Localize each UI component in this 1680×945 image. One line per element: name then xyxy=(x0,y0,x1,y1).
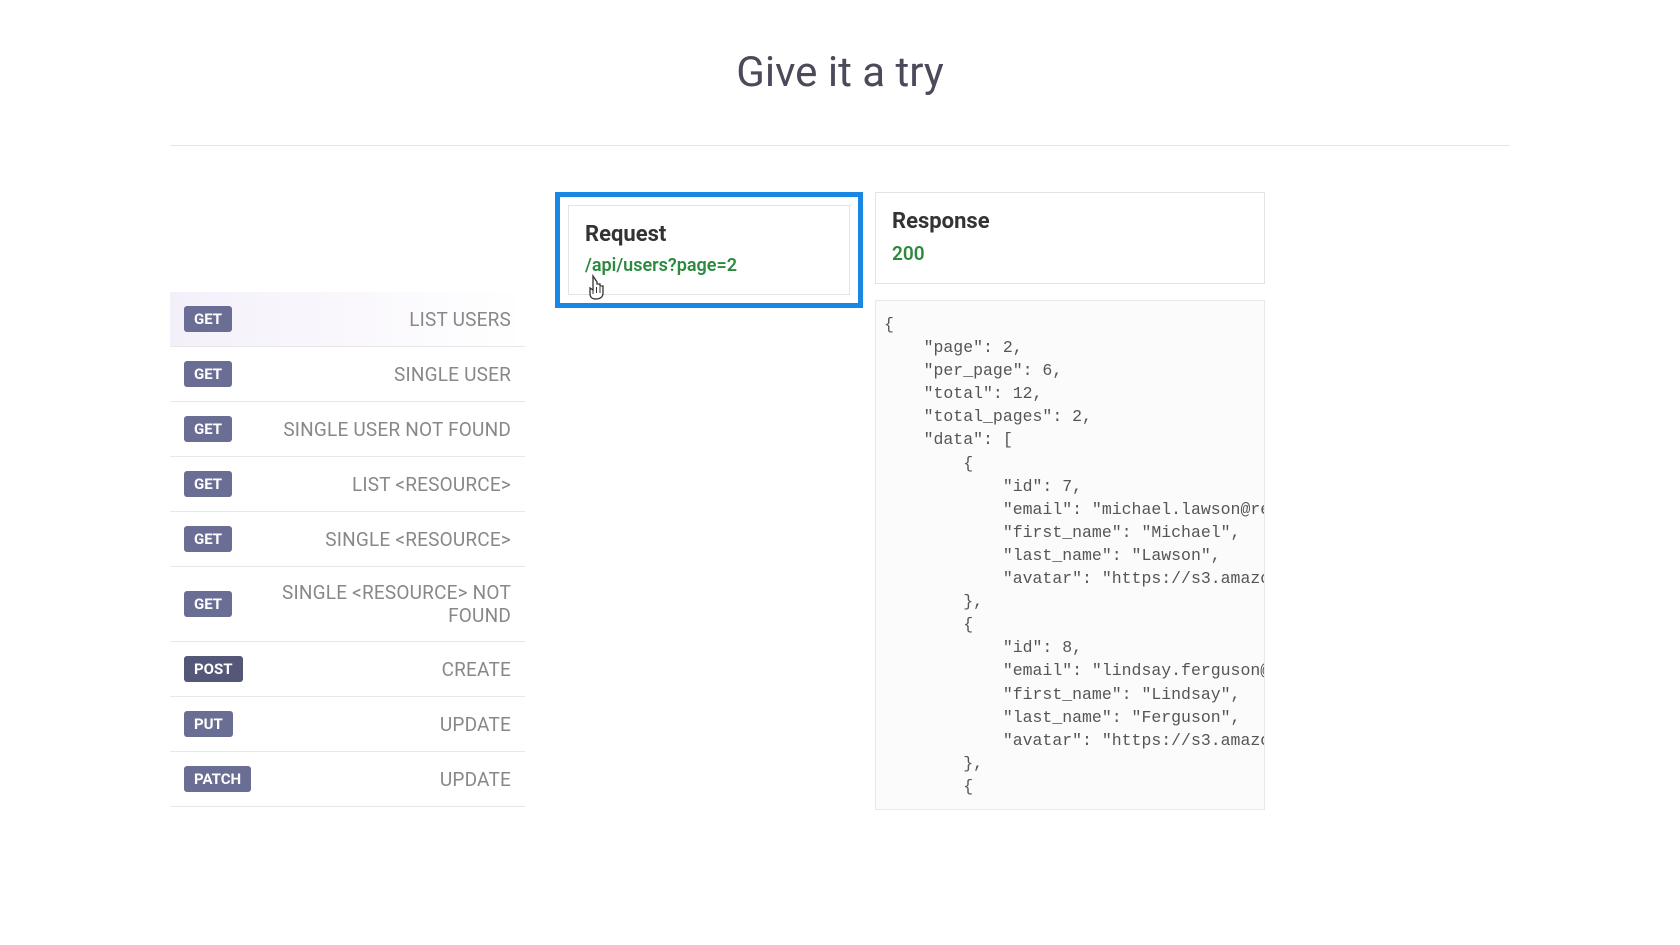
right-panel: Request /api/users?page=2 Response 200 {… xyxy=(555,192,1510,810)
method-badge: GET xyxy=(184,361,232,387)
request-url[interactable]: /api/users?page=2 xyxy=(585,255,833,276)
endpoint-item[interactable]: GETSINGLE USER NOT FOUND xyxy=(170,402,525,457)
request-card-inner: Request /api/users?page=2 xyxy=(568,205,850,295)
method-badge: GET xyxy=(184,416,232,442)
method-badge: GET xyxy=(184,526,232,552)
endpoint-item[interactable]: GETSINGLE <RESOURCE> xyxy=(170,512,525,567)
response-status: 200 xyxy=(892,242,1248,265)
endpoint-label: CREATE xyxy=(243,658,511,681)
endpoint-item[interactable]: PUTUPDATE xyxy=(170,697,525,752)
endpoint-label: UPDATE xyxy=(251,768,511,791)
method-badge: POST xyxy=(184,656,243,682)
endpoint-label: SINGLE <RESOURCE> NOT FOUND xyxy=(232,581,511,627)
response-column: Response 200 { "page": 2, "per_page": 6,… xyxy=(875,192,1265,810)
endpoint-label: LIST USERS xyxy=(232,308,511,331)
request-card[interactable]: Request /api/users?page=2 xyxy=(555,192,863,308)
endpoint-label: UPDATE xyxy=(233,713,511,736)
method-badge: PATCH xyxy=(184,766,251,792)
endpoint-label: LIST <RESOURCE> xyxy=(232,473,511,496)
method-badge: GET xyxy=(184,591,232,617)
response-card: Response 200 xyxy=(875,192,1265,284)
pointer-cursor-icon xyxy=(587,274,607,300)
divider xyxy=(170,145,1510,146)
endpoint-label: SINGLE USER xyxy=(232,363,511,386)
endpoint-list: GETLIST USERSGETSINGLE USERGETSINGLE USE… xyxy=(170,292,525,807)
method-badge: GET xyxy=(184,471,232,497)
endpoint-item[interactable]: GETLIST USERS xyxy=(170,292,525,347)
request-title: Request xyxy=(585,222,833,247)
method-badge: PUT xyxy=(184,711,233,737)
main-container: GETLIST USERSGETSINGLE USERGETSINGLE USE… xyxy=(0,192,1680,810)
endpoint-label: SINGLE <RESOURCE> xyxy=(232,528,511,551)
response-body[interactable]: { "page": 2, "per_page": 6, "total": 12,… xyxy=(875,300,1265,810)
response-title: Response xyxy=(892,209,1248,234)
endpoint-item[interactable]: GETSINGLE <RESOURCE> NOT FOUND xyxy=(170,567,525,642)
endpoint-item[interactable]: GETSINGLE USER xyxy=(170,347,525,402)
endpoint-item[interactable]: POSTCREATE xyxy=(170,642,525,697)
endpoint-item[interactable]: GETLIST <RESOURCE> xyxy=(170,457,525,512)
endpoint-item[interactable]: PATCHUPDATE xyxy=(170,752,525,807)
method-badge: GET xyxy=(184,306,232,332)
page-title: Give it a try xyxy=(0,0,1680,145)
endpoint-label: SINGLE USER NOT FOUND xyxy=(232,418,511,441)
